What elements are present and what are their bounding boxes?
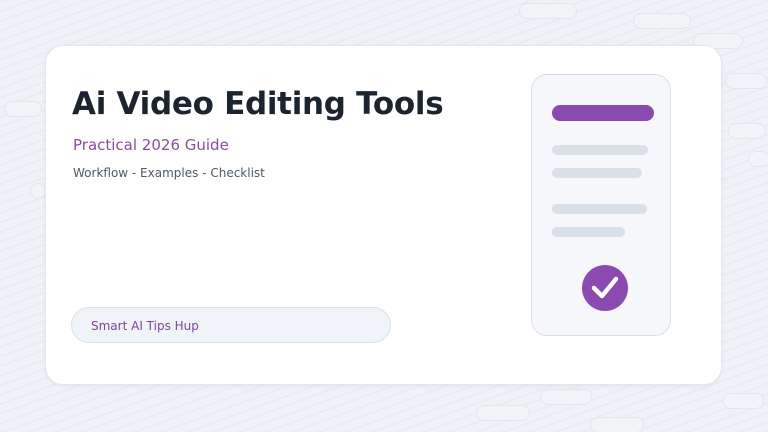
checklist-line [552,204,647,214]
background-pill [728,123,766,139]
checklist-line [552,145,648,155]
background-pill [519,3,577,19]
checkmark-icon [591,276,619,299]
background-pill [748,151,768,167]
page-title: Ai Video Editing Tools [72,86,444,122]
background-pill [633,13,691,29]
background-pill [30,183,46,199]
checklist-line [552,227,625,237]
check-circle-icon [582,265,628,311]
checklist-line [552,168,642,178]
page-subtitle: Practical 2026 Guide [73,136,229,154]
background-pill [590,417,644,432]
background-pill [540,389,592,405]
checklist-header-bar [552,105,654,121]
background-pill [725,73,767,89]
brand-badge: Smart AI Tips Hup [71,307,391,343]
background-pill [4,101,42,117]
page-tagline: Workflow - Examples - Checklist [73,166,265,180]
background-pill [722,393,764,409]
checklist-illustration [531,74,671,336]
background-pill [476,405,530,421]
